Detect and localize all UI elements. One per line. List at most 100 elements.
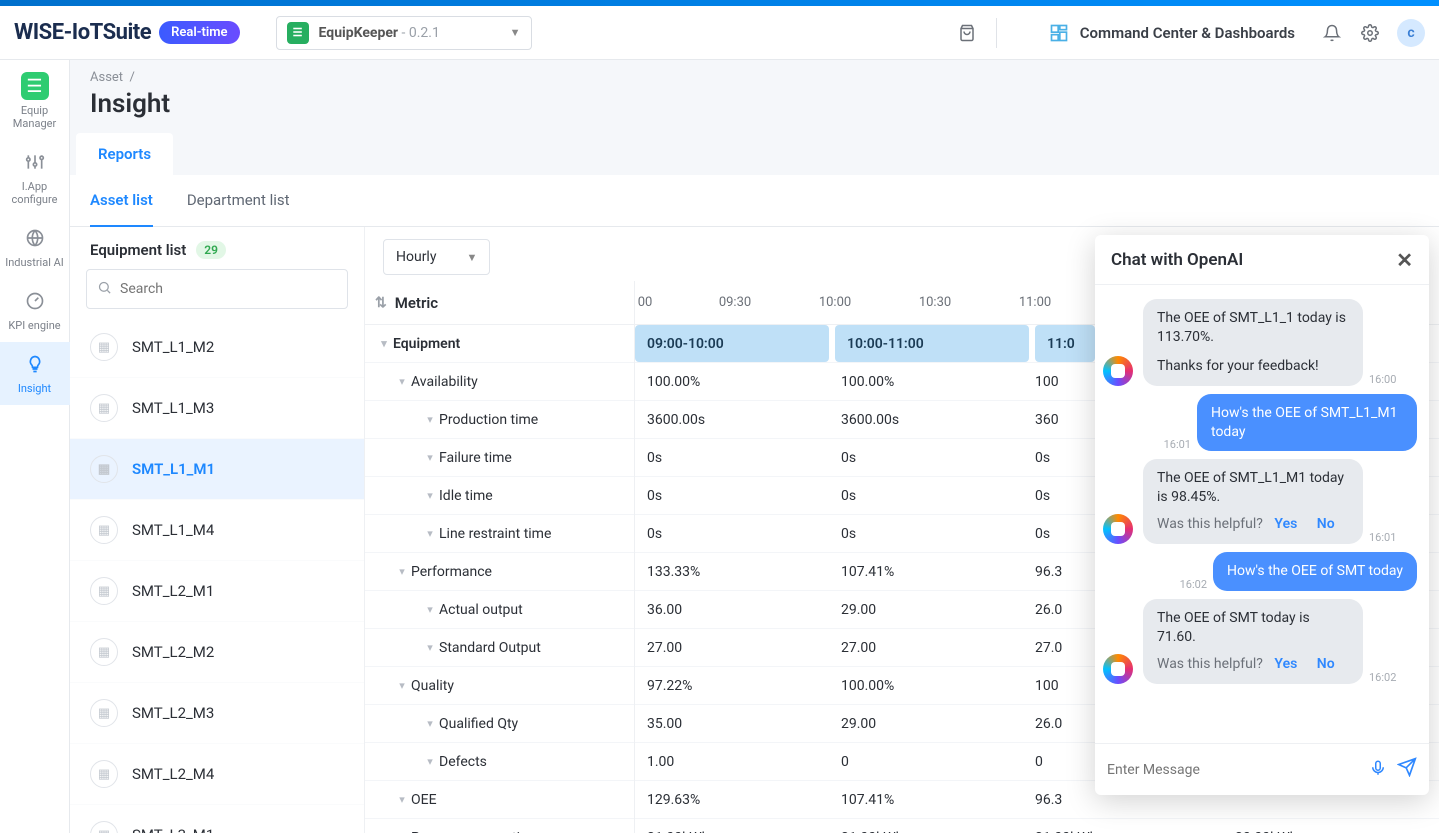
rail-kpi-engine[interactable]: KPI engine [0, 279, 70, 342]
metric-label: Qualified Qty [439, 716, 518, 732]
user-avatar[interactable]: c [1397, 19, 1425, 47]
equipment-item[interactable]: ▦SMT_L2_M1 [70, 561, 364, 622]
metric-label: Availability [411, 374, 478, 390]
chat-message-bot: The OEE of SMT_L1_M1 today is 98.45%. Wa… [1103, 459, 1417, 544]
metric-label: Failure time [439, 450, 512, 466]
value-row: 21.00kWh21.00kWh21.00kWh20.00kWh [635, 819, 1439, 833]
metric-row[interactable]: ▾Idle time [365, 477, 634, 515]
equipment-status-icon: ▦ [90, 577, 118, 605]
rail-insight[interactable]: Insight [0, 342, 70, 405]
rail-iapp-configure[interactable]: I.App configure [0, 140, 70, 216]
metric-row[interactable]: ▾OEE [365, 781, 634, 819]
chat-panel: Chat with OpenAI ✕ The OEE of SMT_L1_1 t… [1095, 235, 1429, 795]
value-cell: 0s [829, 515, 1023, 552]
shopping-bag-icon[interactable] [952, 18, 982, 48]
value-cell: 96.3 [1023, 553, 1083, 590]
value-cell: 0s [1023, 477, 1083, 514]
data-panel: Hourly ▼ ⇅ Metric ▾Equipment▾Availabilit… [365, 227, 1439, 833]
equipment-item[interactable]: ▦SMT_L1_M3 [70, 378, 364, 439]
app-header: WISE-IoTSuite Real-time ☰ EquipKeeper - … [0, 6, 1439, 60]
tab-reports[interactable]: Reports [76, 133, 173, 175]
chevron-down-icon: ▾ [421, 603, 439, 616]
value-cell: 21.00kWh [829, 819, 1023, 833]
chevron-down-icon: ▾ [421, 489, 439, 502]
ruler-tick: 11:00 [1019, 295, 1051, 310]
equipment-status-icon: ▦ [90, 821, 118, 833]
value-cell: 0 [829, 743, 1023, 780]
close-icon[interactable]: ✕ [1396, 248, 1413, 272]
metric-row[interactable]: ▾Defects [365, 743, 634, 781]
ruler-tick: 10:00 [819, 295, 851, 310]
dashboard-icon [1048, 22, 1070, 44]
metric-row[interactable]: ▾Standard Output [365, 629, 634, 667]
sort-icon[interactable]: ⇅ [375, 295, 387, 311]
subtab-asset-list[interactable]: Asset list [90, 175, 153, 227]
search-input[interactable] [120, 281, 337, 297]
equipment-item[interactable]: ▦ SMT_L3_M1 [70, 805, 364, 833]
chevron-down-icon: ▾ [421, 451, 439, 464]
gear-icon[interactable] [1355, 18, 1385, 48]
bell-icon[interactable] [1317, 18, 1347, 48]
sub-tabs: Asset list Department list [70, 175, 1439, 227]
metric-row[interactable]: ▾Availability [365, 363, 634, 401]
equipment-item-label: SMT_L3_M1 [132, 826, 214, 833]
equipment-count-badge: 29 [196, 241, 226, 259]
value-cell: 36.00 [635, 591, 829, 628]
breadcrumb-asset[interactable]: Asset [90, 70, 123, 85]
metric-row[interactable]: ▾Power consumption [365, 819, 634, 833]
metric-row[interactable]: ▾Production time [365, 401, 634, 439]
value-cell: 21.00kWh [1023, 819, 1083, 833]
rail-industrial-ai[interactable]: Industrial AI [0, 216, 70, 279]
feedback-yes[interactable]: Yes [1274, 516, 1297, 532]
metric-row[interactable]: ▾Qualified Qty [365, 705, 634, 743]
interval-select[interactable]: Hourly ▼ [383, 239, 490, 275]
equipment-item[interactable]: ▦SMT_L1_M4 [70, 500, 364, 561]
command-center-link[interactable]: Command Center & Dashboards [1048, 22, 1295, 44]
value-cell: 3600.00s [829, 401, 1023, 438]
chat-message-bot: The OEE of SMT_L1_1 today is 113.70%. Th… [1103, 299, 1417, 386]
metric-row[interactable]: ▾Failure time [365, 439, 634, 477]
feedback-no[interactable]: No [1317, 656, 1335, 672]
feedback-no[interactable]: No [1317, 516, 1335, 532]
metric-row[interactable]: ▾Quality [365, 667, 634, 705]
mic-icon[interactable] [1369, 758, 1387, 782]
rail-label: Insight [0, 382, 70, 395]
equipment-item-label: SMT_L2_M2 [132, 643, 214, 661]
metric-row[interactable]: ▾Performance [365, 553, 634, 591]
equipment-list-panel: Equipment list 29 ▦SMT_L1_M2▦SMT_L1_M3▦S… [70, 227, 365, 833]
metric-label: Defects [439, 754, 487, 770]
chevron-down-icon: ▾ [421, 413, 439, 426]
equipment-item[interactable]: ▦SMT_L2_M4 [70, 744, 364, 805]
metric-row[interactable]: ▾Line restraint time [365, 515, 634, 553]
feedback-yes[interactable]: Yes [1274, 656, 1297, 672]
chevron-down-icon: ▾ [421, 717, 439, 730]
value-cell: 100.00% [829, 363, 1023, 400]
metric-name-column: ⇅ Metric ▾Equipment▾Availability▾Product… [365, 281, 635, 833]
metric-label: Idle time [439, 488, 493, 504]
equipment-item[interactable]: ▦SMT_L2_M3 [70, 683, 364, 744]
value-cell: 0s [635, 515, 829, 552]
chat-input[interactable] [1107, 762, 1359, 778]
value-cell: 129.63% [635, 781, 829, 818]
chat-title: Chat with OpenAI [1111, 250, 1243, 270]
equipment-item-label: SMT_L1_M2 [132, 338, 214, 356]
chat-messages[interactable]: The OEE of SMT_L1_1 today is 113.70%. Th… [1095, 285, 1429, 743]
equipment-item[interactable]: ▦SMT_L2_M2 [70, 622, 364, 683]
rail-equip-manager[interactable]: ☰ Equip Manager [0, 64, 70, 140]
chat-timestamp: 16:02 [1180, 578, 1207, 591]
equipment-item[interactable]: ▦SMT_L1_M1 [70, 439, 364, 500]
metric-row[interactable]: ▾Actual output [365, 591, 634, 629]
equipment-search[interactable] [86, 269, 348, 309]
value-cell: 1.00 [635, 743, 829, 780]
metric-row[interactable]: ▾Equipment [365, 325, 634, 363]
app-selector[interactable]: ☰ EquipKeeper - 0.2.1 ▼ [276, 16, 532, 50]
send-icon[interactable] [1397, 757, 1417, 782]
equipment-item[interactable]: ▦SMT_L1_M2 [70, 317, 364, 378]
rail-label: KPI engine [0, 319, 70, 332]
value-cell: 100 [1023, 667, 1083, 704]
search-icon [97, 280, 112, 299]
value-cell: 0s [1023, 439, 1083, 476]
subtab-department-list[interactable]: Department list [187, 175, 290, 226]
value-cell: 360 [1023, 401, 1083, 438]
chevron-down-icon: ▼ [466, 251, 477, 264]
